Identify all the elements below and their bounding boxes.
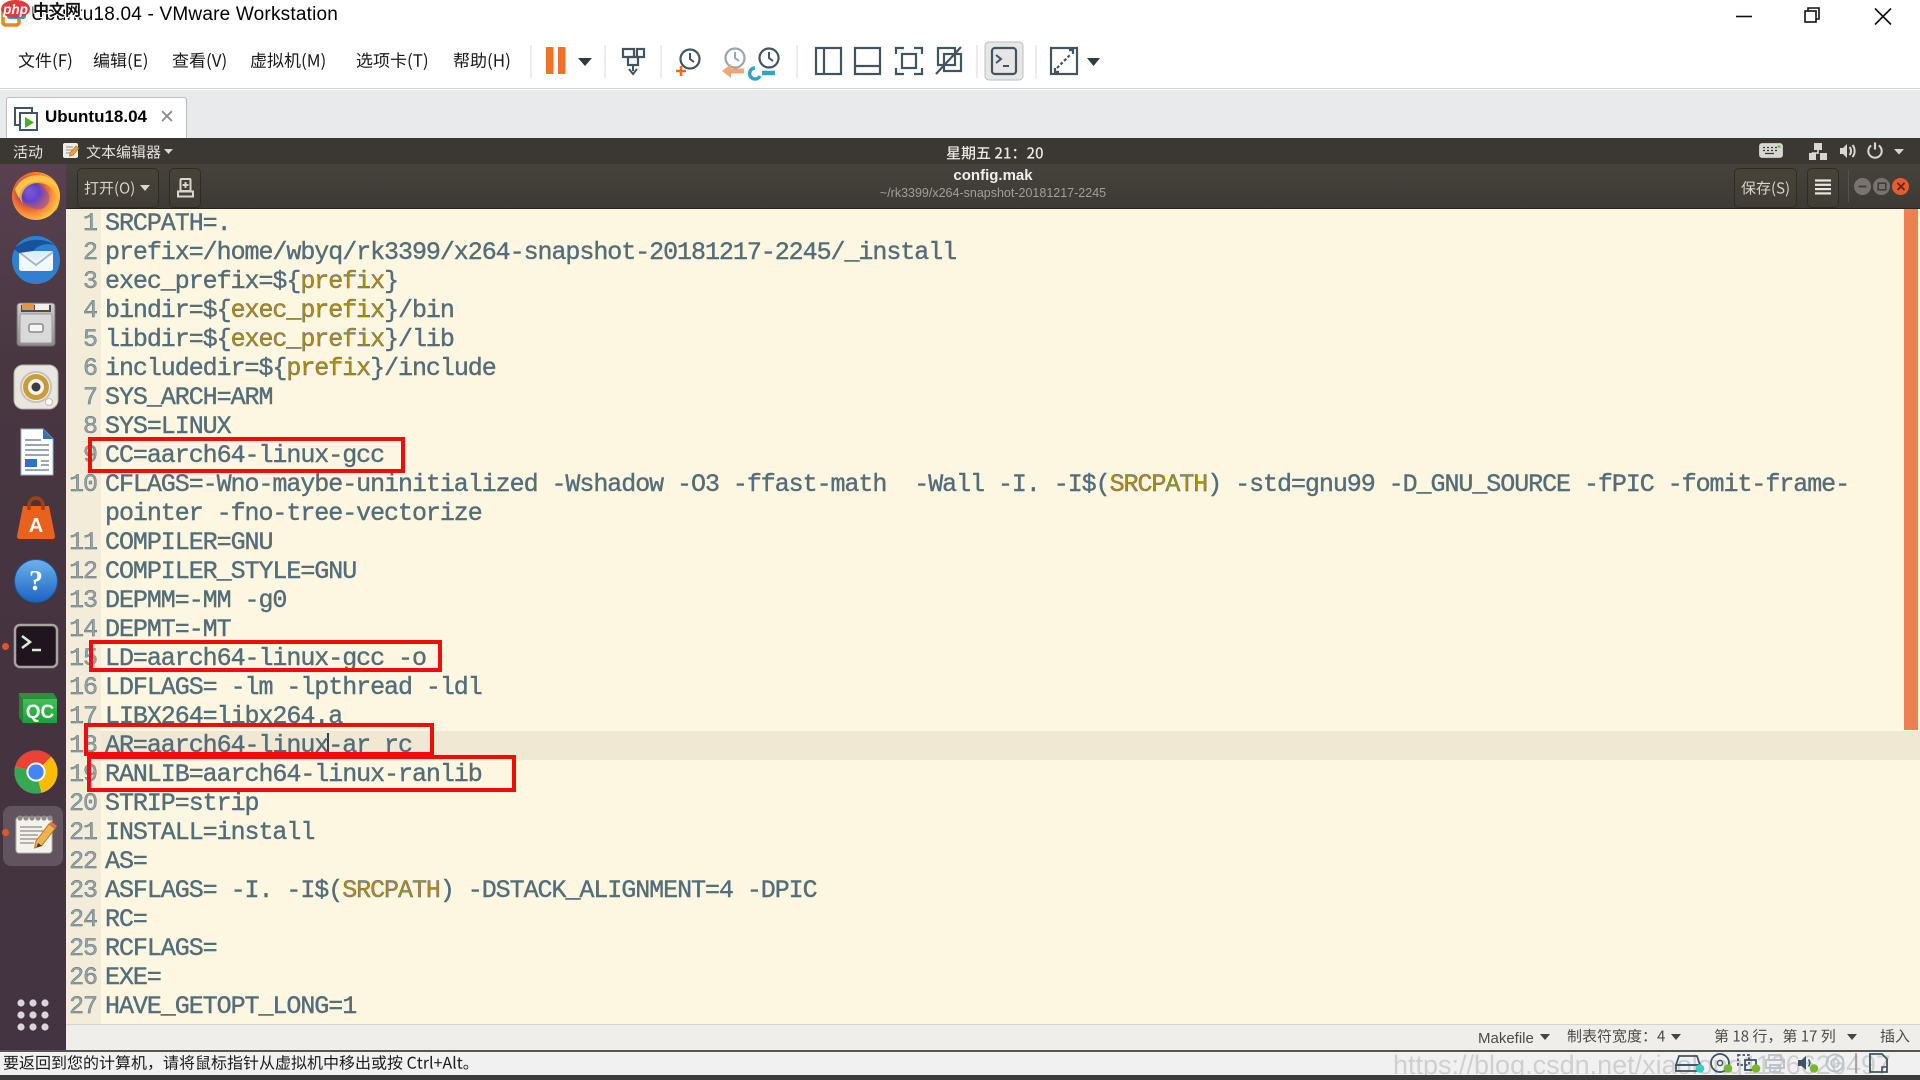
svg-text:A: A: [29, 515, 43, 537]
svg-text:php: php: [2, 2, 28, 17]
svg-text:QC: QC: [26, 702, 55, 723]
svg-text:?: ?: [29, 566, 43, 597]
